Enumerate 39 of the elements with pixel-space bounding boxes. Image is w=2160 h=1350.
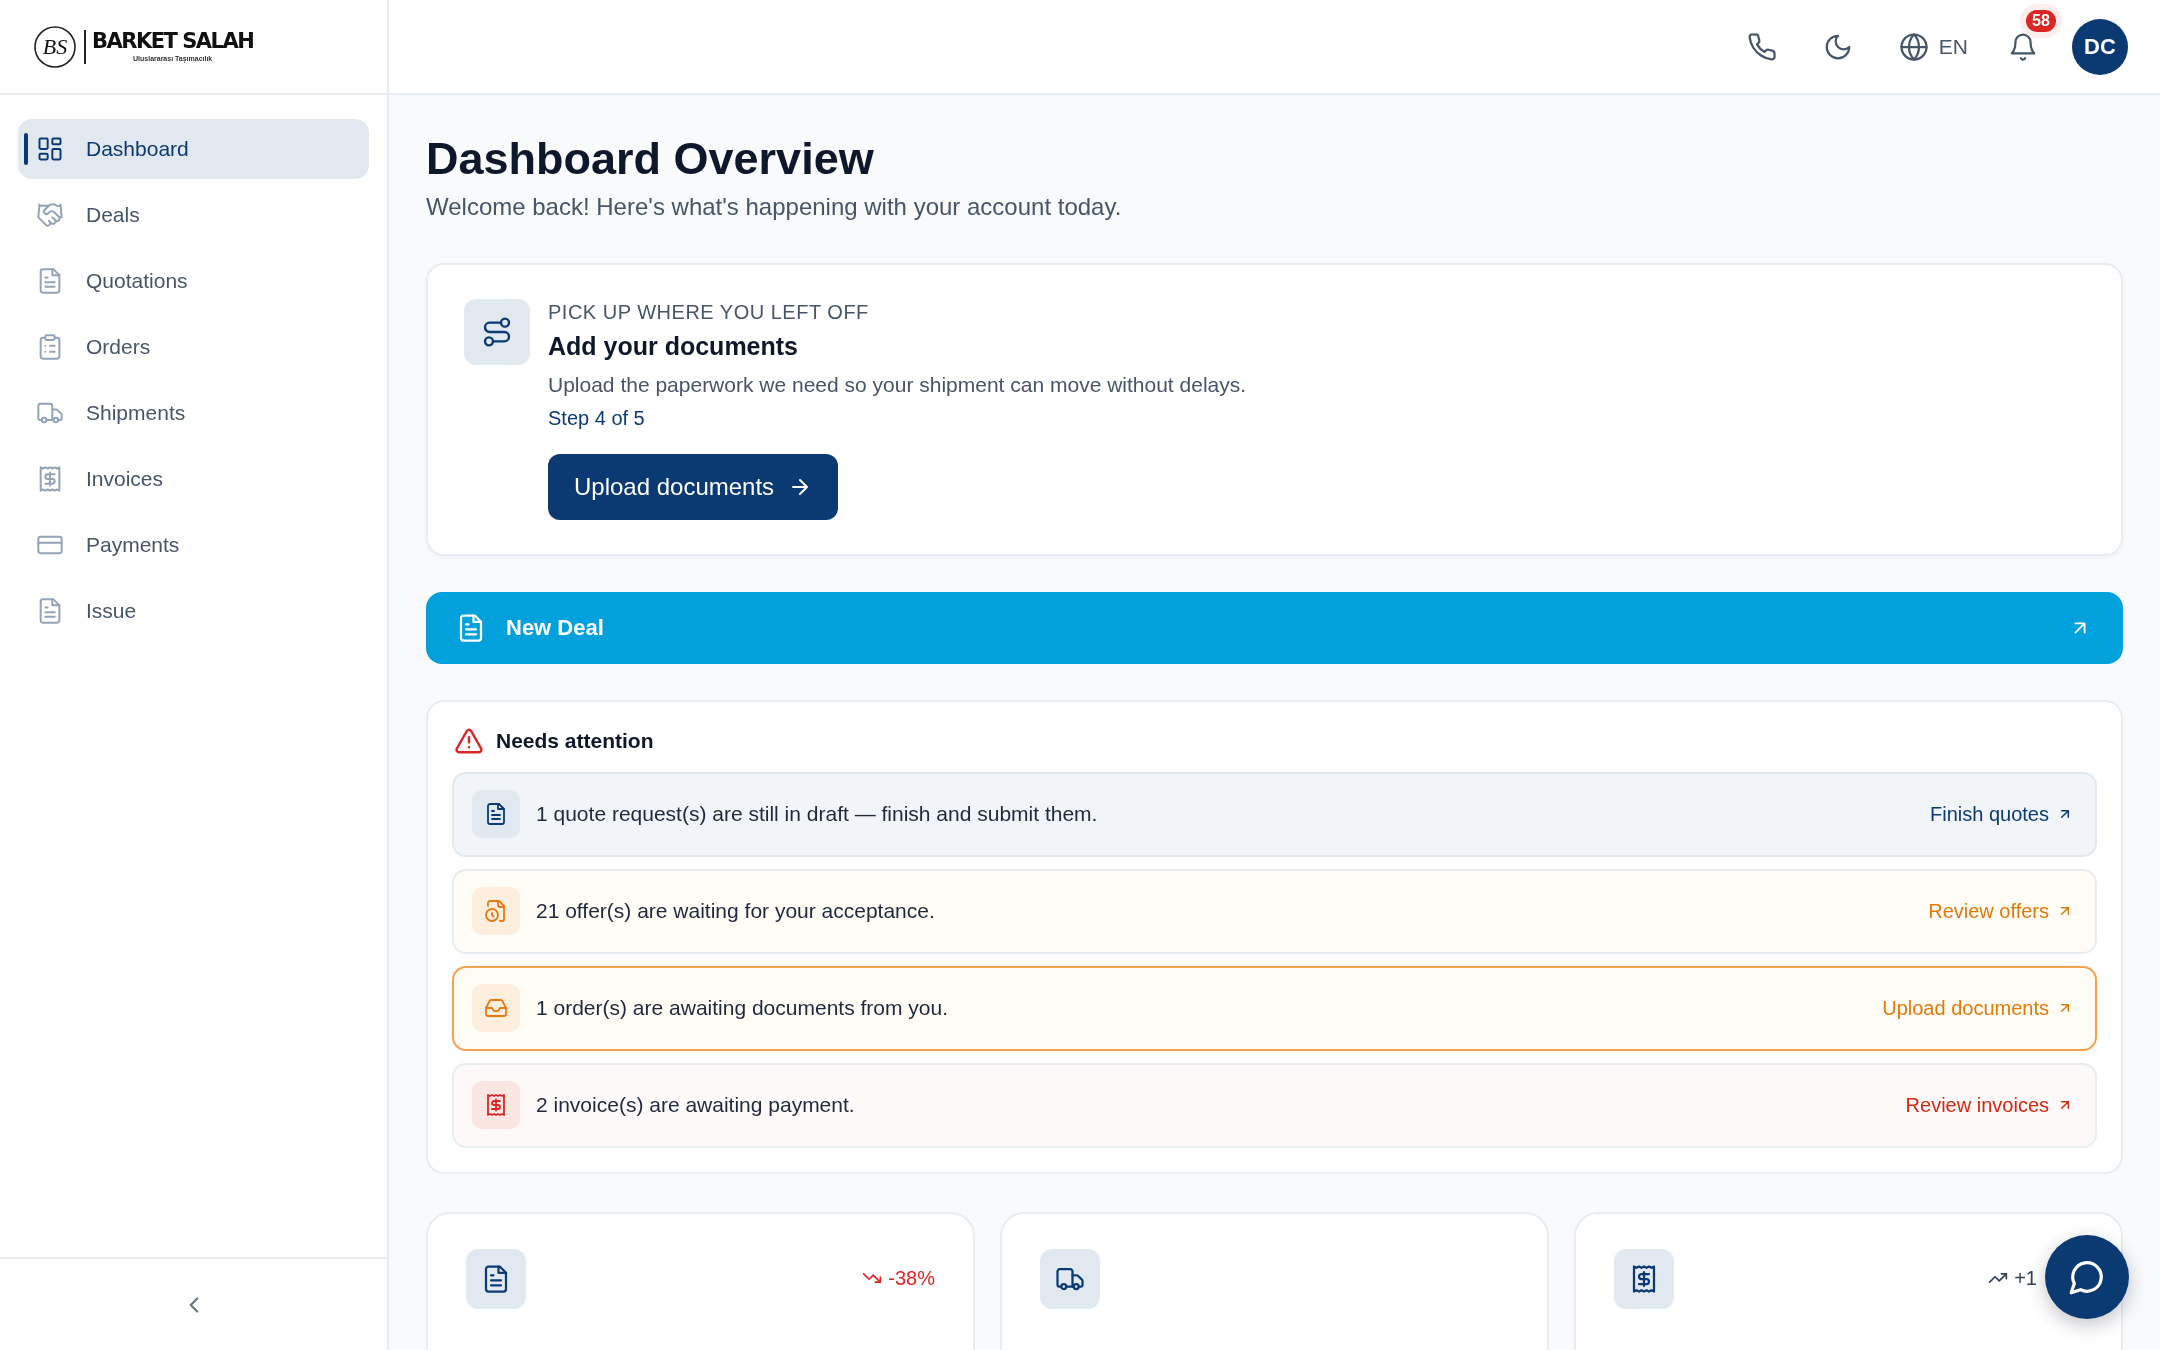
sidebar-item[interactable]: Quotations: [18, 251, 369, 311]
handshake-icon: [36, 201, 64, 229]
attention-message: 21 offer(s) are waiting for your acceptance.: [536, 899, 936, 924]
action-link[interactable]: Review invoices: [1905, 1093, 2073, 1117]
panel-title: Needs attention: [496, 728, 654, 753]
sidebar-item[interactable]: Orders: [18, 317, 369, 377]
page-subtitle: Welcome back! Here's what's happening with your account today.: [426, 192, 1123, 221]
attention-message: 1 quote request(s) are still in draft — finish and submit them.: [536, 802, 1099, 827]
sidebar-item[interactable]: Shipments: [18, 383, 369, 443]
globe-icon: [1898, 31, 1929, 62]
trend-value: +1: [2014, 1266, 2037, 1290]
card-title: Add your documents: [548, 331, 799, 361]
route-icon: [481, 315, 513, 348]
brand-name: BARKET SALAH: [92, 31, 254, 52]
sidebar-item[interactable]: Deals: [18, 185, 369, 245]
sidebar-item[interactable]: Invoices: [18, 449, 369, 509]
sidebar-item[interactable]: Dashboard: [18, 119, 369, 179]
chat-icon: [2068, 1258, 2106, 1296]
upload-documents-button[interactable]: Upload documents: [548, 453, 839, 520]
card-eyebrow: PICK UP WHERE YOU LEFT OFF: [548, 300, 870, 324]
trend-value: -38%: [888, 1266, 935, 1290]
attention-message: 1 order(s) are awaiting documents from you.: [536, 996, 949, 1021]
card-description: Upload the paperwork we need so your shipment can move without delays.: [548, 372, 1247, 397]
logo-emblem: BS: [32, 23, 78, 70]
receipt-icon: [484, 1093, 508, 1118]
step-indicator: Step 4 of 5: [548, 406, 646, 430]
grid-icon: [36, 135, 64, 163]
user-avatar[interactable]: DC: [2072, 18, 2128, 75]
action-link[interactable]: Finish quotes: [1930, 802, 2073, 826]
page-title: Dashboard Overview: [426, 133, 875, 185]
language-button[interactable]: EN: [1892, 25, 1974, 68]
notifications-button[interactable]: [2008, 31, 2038, 62]
phone-icon: [1746, 31, 1777, 62]
sidebar-item[interactable]: Payments: [18, 515, 369, 575]
bell-icon: [2008, 31, 2038, 62]
document-icon: [484, 802, 508, 827]
sidebar-item[interactable]: Issue: [18, 581, 369, 641]
clock-document-icon: [484, 899, 508, 924]
attention-message: 2 invoice(s) are awaiting payment.: [536, 1093, 856, 1118]
